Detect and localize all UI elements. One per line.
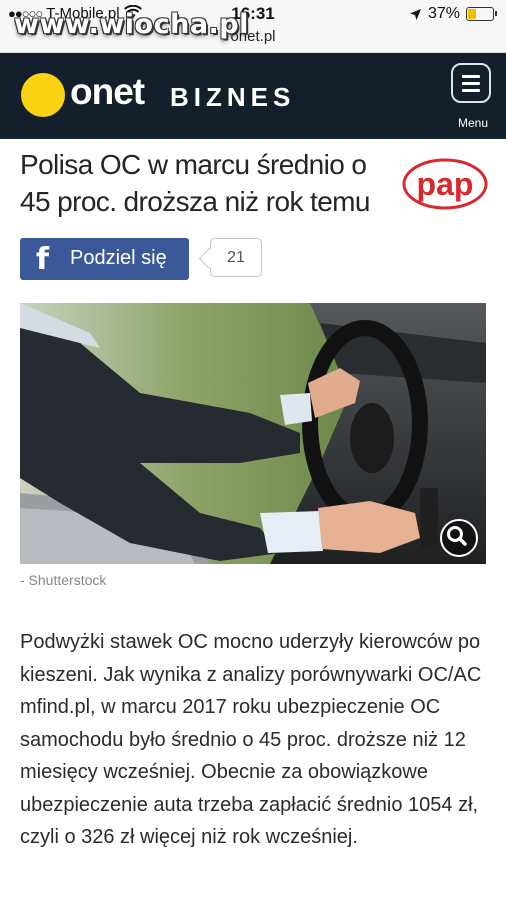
share-label: Podziel się <box>70 247 167 269</box>
menu-label[interactable]: Menu <box>447 116 499 130</box>
magnifier-icon <box>446 525 467 546</box>
driver-photo <box>20 303 486 564</box>
site-header: onet BIZNES Menu <box>0 53 506 139</box>
onet-logo-text[interactable]: onet <box>70 71 145 113</box>
status-right: 37% <box>409 5 497 23</box>
battery-level <box>468 9 476 19</box>
battery-percent: 37% <box>427 5 460 22</box>
section-name[interactable]: BIZNES <box>170 82 295 113</box>
article-title: Polisa OC w marcu średnio o 45 proc. dro… <box>20 149 370 217</box>
article-lead: Podwyżki stawek OC mocno uderzyły kierow… <box>20 631 482 848</box>
facebook-icon: f <box>36 242 50 277</box>
hamburger-menu-icon <box>462 82 480 85</box>
image-caption: - Shutterstock <box>20 572 107 588</box>
location-arrow-icon <box>409 8 421 20</box>
battery-icon <box>466 7 497 21</box>
hamburger-menu-icon <box>462 75 480 78</box>
watermark: www.wiocha.pl <box>14 9 249 40</box>
status-bar: ●●○○○ T-Mobile.pl 16:31 onet.pl 37% www.… <box>0 0 506 53</box>
zoom-button[interactable] <box>440 519 478 557</box>
share-count: 21 <box>210 238 262 277</box>
hamburger-menu-icon <box>462 89 480 92</box>
facebook-share-button[interactable]: f Podziel się <box>20 238 189 280</box>
onet-logo-dot[interactable] <box>21 73 65 117</box>
menu-button[interactable] <box>451 63 491 103</box>
pap-source-logo: pap <box>402 158 488 210</box>
svg-text:pap: pap <box>417 166 474 202</box>
article-image[interactable] <box>20 303 486 564</box>
